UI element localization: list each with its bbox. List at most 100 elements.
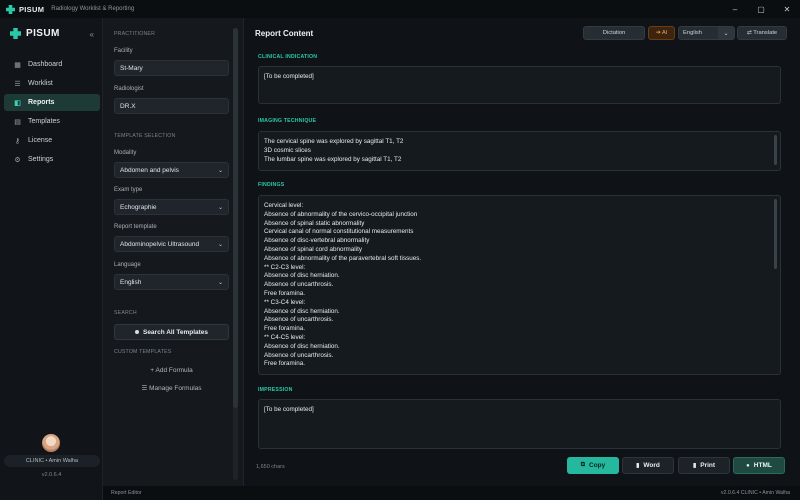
text-line: Cervical canal of normal constitutional … [264, 228, 414, 236]
language-select[interactable]: English ⌄ [114, 274, 229, 290]
sidebar-item-label: Settings [28, 156, 54, 163]
sidebar-item-label: Reports [28, 99, 55, 106]
status-right: v2.0.6.4 CLINIC • Amin Walha [720, 490, 790, 496]
user-badge[interactable]: CLINIC • Amin Walha [4, 455, 100, 467]
html-export-button[interactable]: ● HTML [733, 457, 785, 474]
language-dropdown-value: English [683, 30, 703, 36]
print-label: Print [700, 462, 716, 469]
impression-textarea[interactable]: [To be completed] [258, 399, 781, 449]
text-line: ** C2-C3 level: [264, 263, 306, 271]
text-line: Absence of spinal static abnormality [264, 219, 365, 227]
modality-value: Abdomen and pelvis [120, 166, 179, 174]
sidebar-item-worklist[interactable]: ☰ Worklist [4, 75, 100, 92]
text-line: Absence of disc-vertebral abnormality [264, 237, 370, 245]
collapse-sidebar-icon[interactable]: « [90, 30, 94, 39]
panel-scrollbar[interactable] [233, 28, 238, 480]
sidebar-item-label: License [28, 137, 53, 144]
dashboard-icon: ▦ [14, 61, 21, 69]
text-line: Cervical level: [264, 202, 304, 209]
text-line: 3D cosmic slices [264, 146, 311, 154]
textarea-scrollbar[interactable] [774, 135, 777, 165]
minimize-button[interactable]: – [722, 0, 748, 18]
close-button[interactable]: ✕ [774, 0, 800, 18]
findings-textarea[interactable]: Cervical level: Absence of abnormality o… [258, 195, 781, 375]
document-icon: ▮ [636, 463, 640, 469]
text-line: Absence of abnormality of the cervico-oc… [264, 210, 418, 218]
maximize-button[interactable]: ▢ [748, 0, 774, 18]
text-line: Absence of disc herniation. [264, 342, 340, 350]
printer-icon: ▮ [692, 463, 697, 469]
report-settings-panel: PRACTITIONER Facility St-Mary Radiologis… [103, 18, 244, 486]
sidebar-item-dashboard[interactable]: ▦ Dashboard [4, 56, 100, 73]
add-formula-button[interactable]: + Add Formula [114, 367, 229, 374]
language-label: Language [114, 262, 141, 268]
report-template-value: Abdominopelvic Ultrasound [120, 240, 200, 248]
report-template-label: Report template [114, 224, 157, 230]
facility-input[interactable]: St-Mary [114, 60, 229, 76]
translate-button[interactable]: ⇄ Translate [737, 26, 787, 40]
print-button[interactable]: ▮ Print [678, 457, 730, 474]
report-content-title: Report Content [255, 29, 314, 38]
copy-label: Copy [589, 462, 606, 469]
text-line: ** C3-C4 level: [264, 298, 306, 306]
text-line: ** C4-C5 level: [264, 333, 306, 341]
sidebar-item-reports[interactable]: ◧ Reports [4, 94, 100, 111]
search-all-templates-button[interactable]: Search All Templates [114, 324, 229, 340]
key-icon: ⚷ [14, 137, 21, 145]
word-export-button[interactable]: ▮ Word [622, 457, 674, 474]
modality-label: Modality [114, 150, 137, 156]
report-icon: ◧ [14, 99, 21, 107]
text-line: Absence of disc herniation. [264, 272, 340, 280]
imaging-technique-textarea[interactable]: The cervical spine was explored by sagit… [258, 131, 781, 171]
list-icon: ☰ [14, 80, 21, 88]
practitioner-header: PRACTITIONER [114, 31, 156, 37]
clinical-indication-textarea[interactable]: [To be completed] [258, 66, 781, 104]
textarea-scrollbar[interactable] [774, 199, 777, 269]
copy-button[interactable]: ⧉ Copy [567, 457, 619, 474]
text-line: [To be completed] [264, 406, 314, 413]
sidebar-item-settings[interactable]: ⚙ Settings [4, 151, 100, 168]
avatar[interactable] [42, 434, 60, 452]
globe-icon: ● [746, 462, 750, 469]
manage-formulas-button[interactable]: ☰ Manage Formulas [114, 384, 229, 392]
text-line: Absence of spinal cord abnormality [264, 245, 363, 253]
template-selection-header: TEMPLATE SELECTION [114, 133, 176, 139]
brand-name: PISUM [26, 28, 60, 39]
sidebar-item-license[interactable]: ⚷ License [4, 132, 100, 149]
app-version: v2.0.6.4 [41, 472, 62, 478]
sidebar-item-templates[interactable]: ▤ Templates [4, 113, 100, 130]
window-controls: – ▢ ✕ [722, 0, 800, 18]
pisum-logo-icon [10, 28, 21, 39]
chevron-down-icon: ⌄ [217, 205, 223, 211]
dictation-button[interactable]: Dictation [583, 26, 645, 40]
text-line: Free foramina. [264, 289, 305, 297]
title-bar: PISUM Radiology Worklist & Reporting – ▢… [0, 0, 800, 18]
imaging-technique-title: IMAGING TECHNIQUE [258, 118, 317, 124]
html-label: HTML [753, 462, 772, 469]
chevron-down-icon: ⌄ [718, 27, 734, 39]
ai-button[interactable]: ➔ AI [648, 26, 675, 40]
text-line: The cervical spine was explored by sagit… [264, 138, 404, 145]
panel-scrollbar-thumb[interactable] [233, 28, 238, 408]
status-bar: Report Editor v2.0.6.4 CLINIC • Amin Wal… [103, 486, 800, 500]
text-line: Absence of disc herniation. [264, 307, 340, 315]
radiologist-label: Radiologist [114, 86, 144, 92]
report-template-select[interactable]: Abdominopelvic Ultrasound ⌄ [114, 236, 229, 252]
report-editor: Report Content Dictation ➔ AI English ⌄ … [244, 18, 800, 486]
chevron-down-icon: ⌄ [217, 280, 223, 286]
sidebar-item-label: Worklist [28, 80, 53, 87]
menu-icon: ☰ [141, 385, 150, 392]
exam-type-label: Exam type [114, 187, 143, 193]
manage-formulas-label: Manage Formulas [149, 385, 202, 392]
clinical-indication-title: CLINICAL INDICATION [258, 54, 318, 60]
sidebar-item-label: Templates [28, 118, 60, 125]
text-line: Absence of uncarthrosis. [264, 281, 334, 289]
text-line: Absence of abnormality of the paraverteb… [264, 254, 422, 262]
text-line: Absence of uncarthrosis. [264, 316, 334, 324]
exam-type-select[interactable]: Echographie ⌄ [114, 199, 229, 215]
modality-select[interactable]: Abdomen and pelvis ⌄ [114, 162, 229, 178]
exam-type-value: Echographie [120, 203, 157, 211]
text-line: [To be completed] [264, 73, 314, 80]
radiologist-input[interactable]: DR.X [114, 98, 229, 114]
language-dropdown[interactable]: English ⌄ [678, 26, 735, 40]
